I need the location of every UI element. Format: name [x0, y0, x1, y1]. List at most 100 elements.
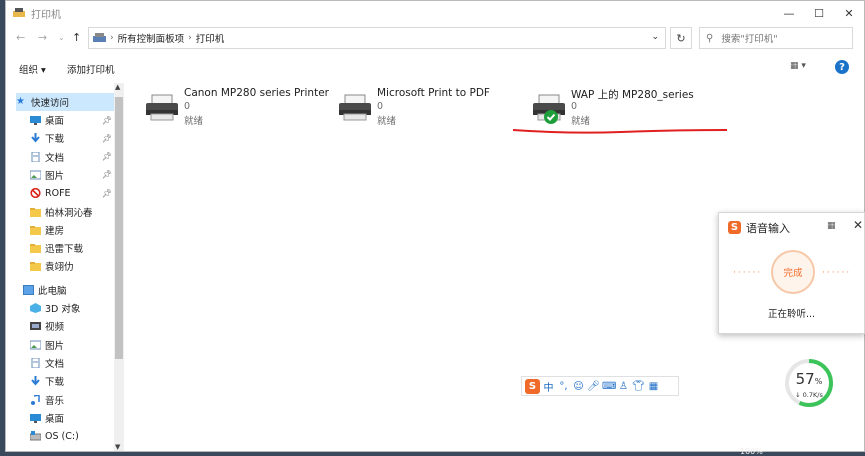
drive-icon	[29, 431, 42, 441]
3d-objects-icon	[30, 303, 41, 313]
scroll-up-icon[interactable]: ▲	[115, 83, 120, 91]
sidebar-item-label: 快速访问	[31, 98, 70, 109]
address-dropdown-icon[interactable]: ⌄	[651, 32, 659, 42]
sidebar-item-label: 柏林洞沁春	[45, 207, 93, 219]
listening-status: 正在聆听...	[767, 309, 816, 320]
sidebar-item-label: 图片	[45, 340, 65, 352]
keyboard-icon[interactable]: ⌨	[602, 381, 616, 392]
address-row: ← → ⌄ ↑ › 所有控制面板项 › 打印机 ⌄ ↻ ⚲ 搜索"打印机"	[6, 27, 864, 51]
skin-icon[interactable]: 👕︎	[632, 381, 645, 392]
printer-status: 就绪	[184, 116, 204, 127]
sidebar-item[interactable]: 柏林洞沁春	[30, 203, 114, 221]
sidebar-item-label: 图片	[45, 170, 65, 182]
sidebar-item[interactable]: 音乐	[30, 391, 114, 409]
minimize-button[interactable]: —	[774, 1, 804, 25]
sidebar-item-label: 桌面	[45, 413, 65, 425]
sidebar-item-label: 下载	[45, 134, 65, 146]
voice-done-button[interactable]: 完成	[771, 250, 815, 294]
sidebar-item[interactable]: 桌面 📌︎	[30, 111, 114, 129]
computer-icon	[23, 285, 34, 295]
recent-chevron-icon[interactable]: ⌄	[58, 33, 65, 42]
breadcrumb-printers[interactable]: 打印机	[196, 31, 225, 45]
sidebar-item[interactable]: 图片 📌︎	[29, 166, 114, 184]
sogou-logo-icon: S	[728, 221, 741, 234]
sidebar-item-osc[interactable]: OS (C:)	[29, 427, 114, 445]
sidebar-item[interactable]: 下载	[30, 372, 114, 390]
close-button[interactable]: ✕	[834, 1, 864, 25]
user-icon[interactable]: ♙	[617, 381, 630, 392]
sidebar-item[interactable]: 图片	[29, 336, 114, 354]
printer-name: Microsoft Print to PDF	[377, 87, 490, 99]
organize-menu[interactable]: 组织 ▾	[19, 62, 46, 76]
maximize-button[interactable]: ☐	[804, 1, 834, 25]
sogou-logo-icon[interactable]: S	[525, 378, 540, 394]
printer-name: WAP 上的 MP280_series	[571, 89, 694, 101]
toolbox-icon[interactable]: ▦	[647, 381, 660, 392]
microphone-icon[interactable]: 🎤︎	[587, 381, 600, 392]
sidebar-item-label: 文档	[45, 152, 65, 164]
sidebar-scrollbar[interactable]: ▲ ▼	[114, 83, 124, 451]
download-icon	[30, 376, 41, 386]
search-input[interactable]: ⚲ 搜索"打印机"	[699, 27, 853, 49]
folder-icon	[30, 207, 41, 217]
navigation-pane: ★ 快速访问 桌面 📌︎ 下载 📌︎ 文档 📌︎ 图片 📌︎ ROFE 📌︎ 柏林洞沁春 建房 迅雷下载…	[6, 81, 124, 451]
sidebar-item[interactable]: 迅雷下载	[30, 239, 114, 257]
refresh-button[interactable]: ↻	[670, 27, 692, 49]
printer-name: Canon MP280 series Printer	[184, 87, 329, 99]
voice-input-title: 语音输入	[746, 222, 790, 235]
view-options-icon[interactable]: ▦ ▾	[790, 61, 814, 75]
video-icon	[30, 321, 41, 331]
qr-icon[interactable]: ▦	[827, 221, 836, 231]
sidebar-item[interactable]: 袁翊仂	[30, 257, 114, 275]
pin-icon: 📌︎	[101, 188, 112, 198]
sidebar-item-quick-access[interactable]: ★ 快速访问	[16, 93, 114, 111]
scrollbar-thumb[interactable]	[115, 97, 123, 359]
pin-icon: 📌︎	[101, 115, 112, 125]
ime-mode-toggle[interactable]: 中	[542, 379, 555, 394]
sidebar-item[interactable]: 视频	[30, 317, 114, 335]
printer-item[interactable]: Canon MP280 series Printer 0 就绪	[144, 87, 329, 131]
music-icon	[30, 393, 41, 405]
scroll-down-icon[interactable]: ▼	[115, 443, 120, 451]
address-bar[interactable]: › 所有控制面板项 › 打印机 ⌄	[88, 27, 666, 49]
add-printer-button[interactable]: 添加打印机	[67, 62, 115, 76]
command-bar: 组织 ▾ 添加打印机 ▦ ▾ ?	[6, 57, 864, 79]
sidebar-item-3d[interactable]: 3D 对象	[30, 299, 114, 317]
document-icon	[30, 151, 41, 163]
control-panel-icon	[93, 32, 106, 42]
ime-punctuation-toggle[interactable]: °,	[557, 381, 570, 392]
breadcrumb-control-panel[interactable]: 所有控制面板项	[118, 31, 185, 45]
printer-status: 就绪	[377, 116, 397, 127]
sidebar-item[interactable]: 文档 📌︎	[30, 148, 114, 166]
sidebar-item-label: ROFE	[45, 187, 71, 199]
document-icon	[30, 357, 41, 369]
forward-icon[interactable]: →	[38, 31, 47, 44]
network-speed-gauge[interactable]: 57% ↓ 0.7K/s	[784, 358, 834, 408]
printer-item[interactable]: Microsoft Print to PDF 0 就绪	[337, 87, 517, 131]
picture-icon	[29, 170, 42, 180]
breadcrumb-separator-icon: ›	[188, 33, 192, 43]
sidebar-item-rofe[interactable]: ROFE 📌︎	[30, 184, 114, 202]
sidebar-item[interactable]: 下载 📌︎	[30, 129, 114, 147]
up-icon[interactable]: ↑	[72, 31, 81, 44]
ime-toolbar: S 中 °, ☺ 🎤︎ ⌨ ♙ 👕︎ ▦	[521, 376, 679, 396]
folder-icon	[30, 243, 41, 254]
sidebar-item[interactable]: 文档	[30, 354, 114, 372]
sidebar-item-label: 建房	[45, 225, 65, 237]
window-title: 打印机	[31, 9, 61, 21]
back-icon[interactable]: ←	[16, 31, 25, 44]
printer-queue-count: 0	[184, 101, 191, 112]
title-bar: 打印机 — ☐ ✕	[6, 1, 864, 25]
emoji-icon[interactable]: ☺	[572, 381, 585, 392]
help-icon[interactable]: ?	[835, 60, 849, 74]
sidebar-item[interactable]: 桌面	[30, 409, 114, 427]
sidebar-item-label: 视频	[45, 322, 65, 334]
voice-close-icon[interactable]: ✕	[853, 218, 863, 232]
sidebar-item-label: OS (C:)	[45, 430, 79, 442]
sidebar-item-label: 文档	[45, 358, 65, 370]
printer-icon	[339, 94, 371, 121]
sidebar-item[interactable]: 建房	[30, 221, 114, 239]
printer-icon	[146, 94, 178, 121]
refresh-icon: ↻	[676, 31, 686, 45]
voice-input-panel: S 语音输入 ▦ ✕ ······ 完成 ······ 正在聆听...	[718, 212, 865, 334]
